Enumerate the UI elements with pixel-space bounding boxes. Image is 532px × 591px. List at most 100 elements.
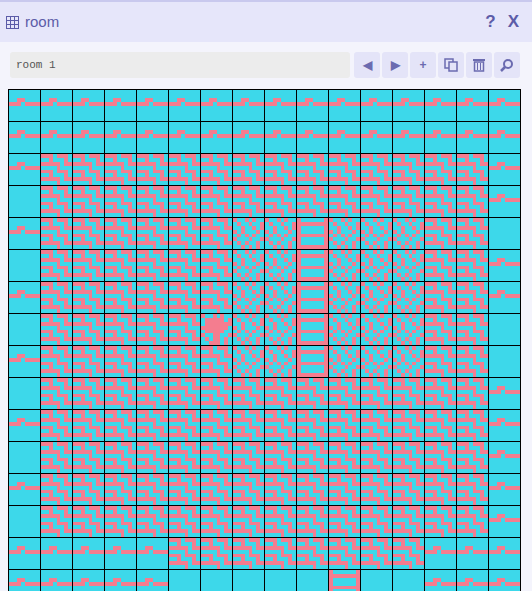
map-tile[interactable] bbox=[233, 410, 264, 441]
map-tile[interactable] bbox=[393, 346, 424, 377]
map-tile[interactable] bbox=[329, 90, 360, 121]
map-tile[interactable] bbox=[425, 218, 456, 249]
map-tile[interactable] bbox=[169, 154, 200, 185]
map-tile[interactable] bbox=[73, 538, 104, 569]
map-tile[interactable] bbox=[201, 218, 232, 249]
map-tile[interactable] bbox=[41, 122, 72, 153]
map-tile[interactable] bbox=[105, 186, 136, 217]
map-tile[interactable] bbox=[265, 90, 296, 121]
map-tile[interactable] bbox=[329, 570, 360, 591]
map-tile[interactable] bbox=[329, 282, 360, 313]
map-tile[interactable] bbox=[489, 122, 520, 153]
map-tile[interactable] bbox=[265, 186, 296, 217]
map-tile[interactable] bbox=[457, 154, 488, 185]
map-tile[interactable] bbox=[233, 506, 264, 537]
map-tile[interactable] bbox=[233, 314, 264, 345]
map-tile[interactable] bbox=[489, 538, 520, 569]
map-tile[interactable] bbox=[9, 250, 40, 281]
map-tile[interactable] bbox=[169, 218, 200, 249]
map-tile[interactable] bbox=[265, 314, 296, 345]
map-tile[interactable] bbox=[393, 154, 424, 185]
map-tile[interactable] bbox=[329, 218, 360, 249]
map-tile[interactable] bbox=[41, 570, 72, 591]
map-tile[interactable] bbox=[265, 346, 296, 377]
map-tile[interactable] bbox=[233, 282, 264, 313]
map-tile[interactable] bbox=[393, 314, 424, 345]
map-tile[interactable] bbox=[137, 506, 168, 537]
map-tile[interactable] bbox=[425, 314, 456, 345]
map-tile[interactable] bbox=[361, 90, 392, 121]
map-tile[interactable] bbox=[265, 570, 296, 591]
map-tile[interactable] bbox=[137, 186, 168, 217]
map-tile[interactable] bbox=[265, 506, 296, 537]
map-tile[interactable] bbox=[329, 186, 360, 217]
map-tile[interactable] bbox=[425, 186, 456, 217]
map-tile[interactable] bbox=[169, 442, 200, 473]
map-tile[interactable] bbox=[169, 314, 200, 345]
map-tile[interactable] bbox=[425, 474, 456, 505]
map-tile[interactable] bbox=[73, 378, 104, 409]
map-tile[interactable] bbox=[73, 282, 104, 313]
map-tile[interactable] bbox=[105, 474, 136, 505]
map-tile[interactable] bbox=[233, 346, 264, 377]
map-tile[interactable] bbox=[9, 218, 40, 249]
map-tile[interactable] bbox=[233, 570, 264, 591]
map-tile[interactable] bbox=[457, 282, 488, 313]
map-tile[interactable] bbox=[137, 90, 168, 121]
map-tile[interactable] bbox=[361, 570, 392, 591]
map-tile[interactable] bbox=[41, 314, 72, 345]
map-tile[interactable] bbox=[9, 122, 40, 153]
map-tile[interactable] bbox=[41, 538, 72, 569]
map-tile[interactable] bbox=[9, 442, 40, 473]
map-tile[interactable] bbox=[233, 90, 264, 121]
map-tile[interactable] bbox=[137, 218, 168, 249]
map-tile[interactable] bbox=[489, 154, 520, 185]
map-tile[interactable] bbox=[137, 442, 168, 473]
prev-button[interactable]: ◀ bbox=[354, 52, 380, 78]
map-tile[interactable] bbox=[457, 506, 488, 537]
map-tile[interactable] bbox=[201, 154, 232, 185]
map-tile[interactable] bbox=[105, 378, 136, 409]
map-tile[interactable] bbox=[9, 90, 40, 121]
map-tile[interactable] bbox=[489, 346, 520, 377]
map-tile[interactable] bbox=[489, 378, 520, 409]
map-tile[interactable] bbox=[105, 250, 136, 281]
map-tile[interactable] bbox=[169, 282, 200, 313]
map-tile[interactable] bbox=[457, 250, 488, 281]
map-tile[interactable] bbox=[41, 218, 72, 249]
map-tile[interactable] bbox=[329, 346, 360, 377]
map-tile[interactable] bbox=[297, 282, 328, 313]
next-button[interactable]: ▶ bbox=[382, 52, 408, 78]
map-tile[interactable] bbox=[9, 378, 40, 409]
map-tile[interactable] bbox=[233, 378, 264, 409]
map-tile[interactable] bbox=[41, 346, 72, 377]
map-tile[interactable] bbox=[9, 282, 40, 313]
map-tile[interactable] bbox=[297, 122, 328, 153]
map-tile[interactable] bbox=[361, 538, 392, 569]
map-tile[interactable] bbox=[425, 506, 456, 537]
map-tile[interactable] bbox=[329, 250, 360, 281]
map-tile[interactable] bbox=[393, 506, 424, 537]
map-tile[interactable] bbox=[297, 538, 328, 569]
map-tile[interactable] bbox=[297, 506, 328, 537]
map-tile[interactable] bbox=[73, 186, 104, 217]
map-tile[interactable] bbox=[73, 90, 104, 121]
map-tile[interactable] bbox=[73, 346, 104, 377]
map-tile[interactable] bbox=[201, 410, 232, 441]
map-tile[interactable] bbox=[233, 538, 264, 569]
map-tile[interactable] bbox=[73, 570, 104, 591]
map-tile[interactable] bbox=[137, 314, 168, 345]
map-tile[interactable] bbox=[489, 90, 520, 121]
map-tile[interactable] bbox=[297, 410, 328, 441]
map-tile[interactable] bbox=[297, 570, 328, 591]
map-tile[interactable] bbox=[297, 154, 328, 185]
map-tile[interactable] bbox=[329, 442, 360, 473]
map-tile[interactable] bbox=[169, 570, 200, 591]
map-tile[interactable] bbox=[265, 218, 296, 249]
map-tile[interactable] bbox=[489, 314, 520, 345]
map-tile[interactable] bbox=[169, 250, 200, 281]
map-tile[interactable] bbox=[329, 410, 360, 441]
copy-button[interactable] bbox=[438, 52, 464, 78]
map-tile[interactable] bbox=[457, 474, 488, 505]
map-tile[interactable] bbox=[393, 538, 424, 569]
